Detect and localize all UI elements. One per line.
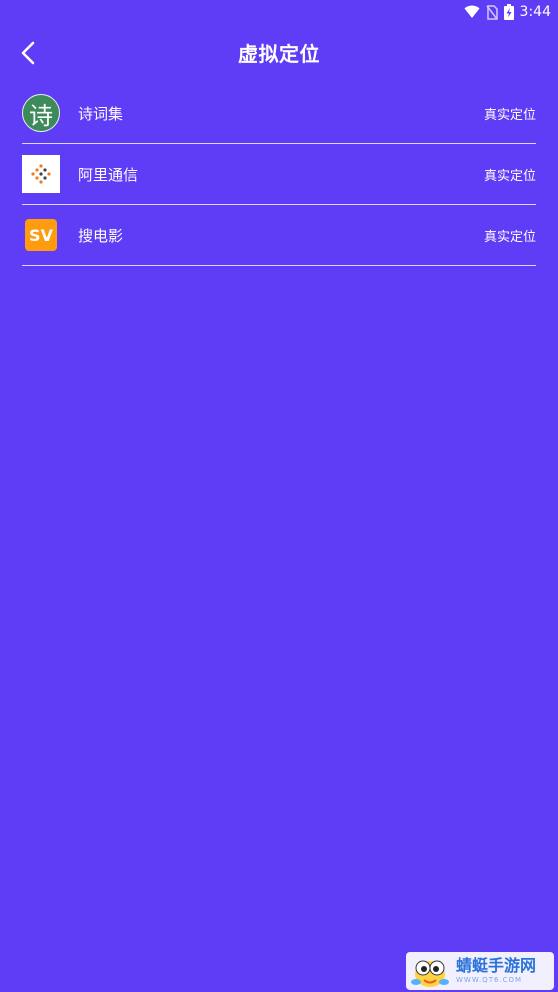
sv-icon-glyph: SV: [29, 225, 53, 245]
app-name: 诗词集: [78, 105, 124, 123]
location-status[interactable]: 真实定位: [484, 104, 536, 123]
battery-charging-icon: [503, 4, 514, 20]
location-status[interactable]: 真实定位: [484, 226, 536, 245]
wifi-icon: [464, 5, 480, 18]
status-bar: 3:44: [0, 0, 558, 24]
sv-movie-app-icon: SV: [25, 219, 57, 251]
location-status[interactable]: 真实定位: [484, 165, 536, 184]
watermark-title: 蜻蜓手游网: [456, 956, 537, 975]
page-title: 虚拟定位: [238, 42, 320, 66]
watermark-subtitle: WWW.QT6.COM: [456, 976, 523, 984]
status-time: 3:44: [519, 4, 551, 20]
app-name: 阿里通信: [78, 166, 139, 184]
ali-telecom-app-icon: [22, 155, 60, 193]
list-item[interactable]: 阿里通信 真实定位: [22, 144, 536, 205]
list-item[interactable]: SV 搜电影 真实定位: [22, 205, 536, 266]
app-list: 诗 诗词集 真实定位 阿里通信 真实定位 SV 搜电影 真实定位: [22, 83, 536, 266]
status-icons: 3:44: [464, 2, 551, 22]
poem-app-icon: 诗: [22, 94, 60, 132]
poem-icon-glyph: 诗: [29, 101, 53, 130]
list-item[interactable]: 诗 诗词集 真实定位: [22, 83, 536, 144]
app-bar: 虚拟定位: [0, 24, 558, 82]
no-sim-icon: [485, 4, 498, 20]
dragonfly-logo-icon: [411, 960, 449, 987]
watermark: 蜻蜓手游网 WWW.QT6.COM: [406, 952, 554, 990]
app-name: 搜电影: [78, 227, 124, 245]
